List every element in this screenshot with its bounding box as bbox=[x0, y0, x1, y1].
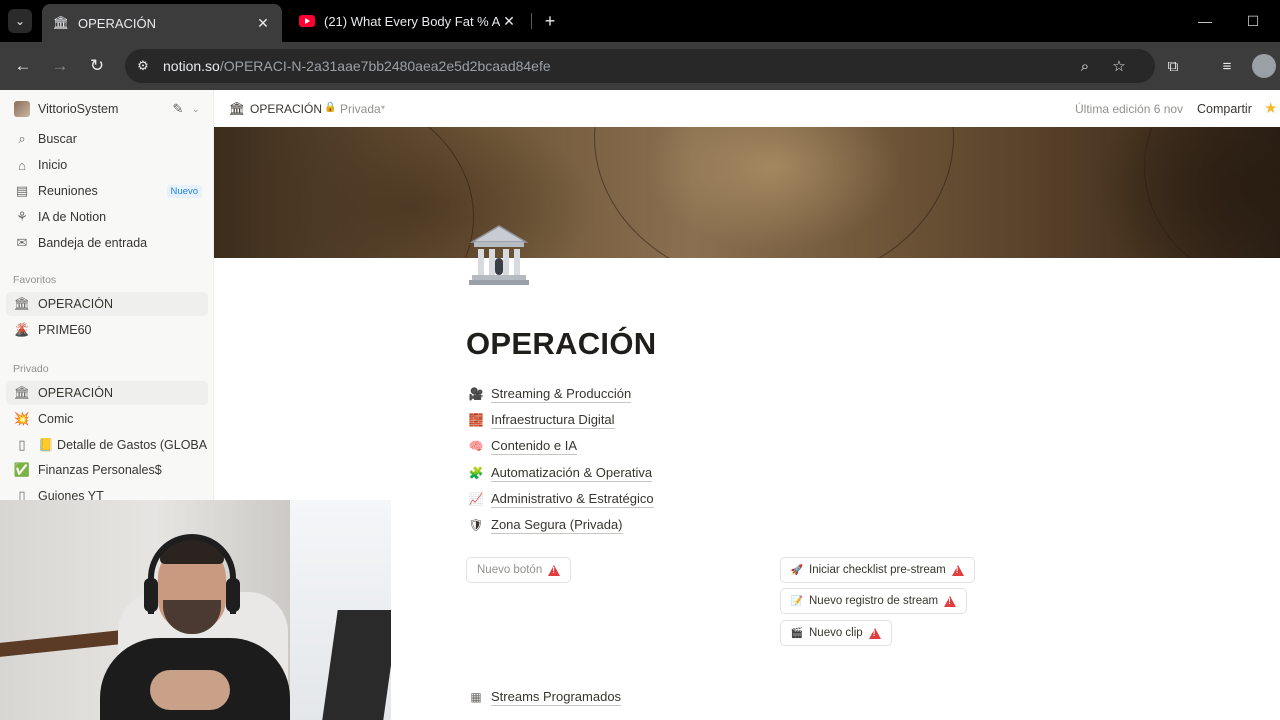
brick-icon: 🧱 bbox=[468, 413, 484, 427]
media-control-icon[interactable]: ≡ bbox=[1215, 54, 1239, 78]
clapper-icon: 🎬 bbox=[790, 627, 804, 639]
privacy-label[interactable]: Privada bbox=[340, 102, 381, 116]
ai-icon: ⚘ bbox=[16, 209, 28, 224]
minimize-button[interactable]: — bbox=[1194, 10, 1216, 32]
breadcrumb-title[interactable]: OPERACIÓN bbox=[250, 102, 322, 116]
warning-icon bbox=[951, 564, 964, 576]
address-bar[interactable]: ⚙ notion.so/OPERACI-N-2a31aae7bb2480aea2… bbox=[125, 49, 1155, 83]
url-text[interactable]: notion.so/OPERACI-N-2a31aae7bb2480aea2e5… bbox=[163, 58, 551, 74]
collision-icon: 💥 bbox=[13, 411, 31, 426]
movie-camera-icon: 🎥 bbox=[468, 387, 484, 401]
site-settings-icon[interactable]: ⚙ bbox=[133, 56, 153, 76]
sidebar-item-inicio[interactable]: ⌂ Inicio bbox=[6, 153, 208, 177]
new-tab-button[interactable]: + bbox=[539, 10, 561, 32]
search-icon: ⌕ bbox=[18, 131, 26, 146]
link-streaming[interactable]: 🎥 Streaming & Producción bbox=[466, 383, 632, 405]
shield-icon: 🛡 bbox=[468, 518, 484, 532]
private-section-label: Privado bbox=[13, 363, 49, 375]
back-button[interactable]: ← bbox=[11, 54, 35, 78]
close-icon[interactable]: ✕ bbox=[500, 12, 518, 30]
sidebar-favorite-prime60[interactable]: 🌋 PRIME60 bbox=[6, 318, 208, 342]
youtube-icon bbox=[298, 12, 316, 30]
nuevo-clip-button[interactable]: 🎬 Nuevo clip bbox=[780, 620, 892, 646]
warning-icon bbox=[548, 564, 561, 576]
notion-bank-icon: 🏛 bbox=[52, 15, 70, 30]
lock-icon: 🔒 bbox=[324, 102, 337, 113]
tab-youtube[interactable]: (21) What Every Body Fat % Act ✕ bbox=[288, 4, 528, 38]
link-infraestructura[interactable]: 🧱 Infraestructura Digital bbox=[466, 409, 615, 431]
tab-search-menu-button[interactable]: ⌄ bbox=[8, 9, 32, 33]
page-icon: ▯ bbox=[18, 437, 26, 452]
home-icon: ⌂ bbox=[18, 157, 26, 173]
sidebar-item-reuniones[interactable]: ▤ Reuniones Nuevo bbox=[6, 179, 208, 203]
sidebar-private-operacion[interactable]: 🏛 OPERACIÓN bbox=[6, 381, 208, 405]
nuevo-registro-stream-button[interactable]: 📝 Nuevo registro de stream bbox=[780, 588, 968, 614]
chevron-down-icon[interactable]: ▾ bbox=[381, 103, 385, 112]
link-administrativo[interactable]: 📈 Administrativo & Estratégico bbox=[466, 488, 654, 510]
table-icon: ▦ bbox=[470, 690, 482, 704]
puzzle-icon: 🧩 bbox=[468, 466, 484, 480]
tab-operacion[interactable]: 🏛 OPERACIÓN ✕ bbox=[42, 4, 282, 42]
workspace-name: VittorioSystem bbox=[38, 102, 119, 116]
profile-avatar[interactable] bbox=[1252, 54, 1276, 78]
volcano-icon: 🌋 bbox=[13, 322, 31, 337]
extensions-icon[interactable]: ⧉ bbox=[1161, 54, 1185, 78]
link-zona-segura[interactable]: 🛡 Zona Segura (Privada) bbox=[466, 514, 623, 536]
sidebar-private-finanzas[interactable]: ✅ Finanzas Personales$ bbox=[6, 458, 208, 482]
webcam-overlay bbox=[0, 500, 391, 720]
sidebar-item-buscar[interactable]: ⌕ Buscar bbox=[6, 127, 208, 151]
browser-toolbar: ← → ↻ ⚙ notion.so/OPERACI-N-2a31aae7bb24… bbox=[0, 42, 1280, 90]
bank-icon: 🏛 bbox=[13, 296, 31, 311]
bookmark-star-icon[interactable]: ☆ bbox=[1109, 56, 1129, 76]
check-mark-icon: ✅ bbox=[13, 462, 31, 477]
zoom-icon[interactable]: ⌕ bbox=[1075, 56, 1095, 76]
chart-up-icon: 📈 bbox=[468, 492, 484, 506]
forward-button[interactable]: → bbox=[48, 54, 72, 78]
checklist-prestream-button[interactable]: 🚀 Iniciar checklist pre-stream bbox=[780, 557, 975, 583]
memo-icon: 📝 bbox=[790, 595, 804, 607]
bank-icon: 🏛 bbox=[13, 385, 31, 400]
bank-page-icon[interactable] bbox=[466, 222, 532, 288]
sidebar-item-bandeja[interactable]: ✉ Bandeja de entrada bbox=[6, 231, 208, 255]
chevron-down-icon[interactable]: ⌄ bbox=[192, 104, 202, 115]
sidebar-item-ia[interactable]: ⚘ IA de Notion bbox=[6, 205, 208, 229]
bank-icon: 🏛 bbox=[228, 101, 246, 116]
link-automatizacion[interactable]: 🧩 Automatización & Operativa bbox=[466, 462, 653, 484]
database-streams-programados[interactable]: ▦ Streams Programados bbox=[466, 686, 622, 708]
notion-topbar: 🏛 OPERACIÓN 🔒 Privada ▾ Última edición 6… bbox=[214, 90, 1280, 127]
page-cover-image bbox=[214, 127, 1280, 258]
close-icon[interactable]: ✕ bbox=[254, 14, 272, 32]
inbox-icon: ✉ bbox=[16, 235, 28, 250]
tab-divider bbox=[531, 13, 532, 29]
last-edited-label: Última edición 6 nov bbox=[1075, 102, 1184, 116]
browser-tab-bar: ⌄ 🏛 OPERACIÓN ✕ (21) What Every Body Fat… bbox=[0, 0, 1280, 42]
sidebar-private-gastos[interactable]: ▯ 📒 Detalle de Gastos (GLOBAL) bbox=[6, 433, 208, 457]
tab-title: OPERACIÓN bbox=[78, 15, 157, 31]
nuevo-boton-button[interactable]: Nuevo botón bbox=[466, 557, 572, 583]
maximize-button[interactable]: ☐ bbox=[1242, 10, 1264, 32]
sidebar-private-comic[interactable]: 💥 Comic bbox=[6, 407, 208, 431]
sidebar-favorite-operacion[interactable]: 🏛 OPERACIÓN bbox=[6, 292, 208, 316]
rocket-icon: 🚀 bbox=[790, 564, 804, 576]
tab-title: (21) What Every Body Fat % Act bbox=[324, 13, 500, 29]
workspace-avatar bbox=[14, 101, 30, 117]
page-title[interactable]: OPERACIÓN bbox=[466, 326, 656, 362]
new-badge: Nuevo bbox=[166, 184, 202, 198]
brain-icon: 🧠 bbox=[468, 439, 484, 453]
reload-button[interactable]: ↻ bbox=[85, 54, 109, 78]
favorite-star-icon[interactable]: ★ bbox=[1264, 99, 1277, 117]
workspace-switcher[interactable]: VittorioSystem ✎ ⌄ bbox=[8, 98, 206, 120]
link-contenido[interactable]: 🧠 Contenido e IA bbox=[466, 435, 578, 457]
warning-icon bbox=[868, 627, 881, 639]
favorites-section-label: Favoritos bbox=[13, 274, 57, 286]
share-button[interactable]: Compartir bbox=[1197, 102, 1252, 116]
new-page-icon[interactable]: ✎ bbox=[170, 101, 186, 117]
meetings-icon: ▤ bbox=[15, 183, 29, 198]
warning-icon bbox=[944, 595, 957, 607]
